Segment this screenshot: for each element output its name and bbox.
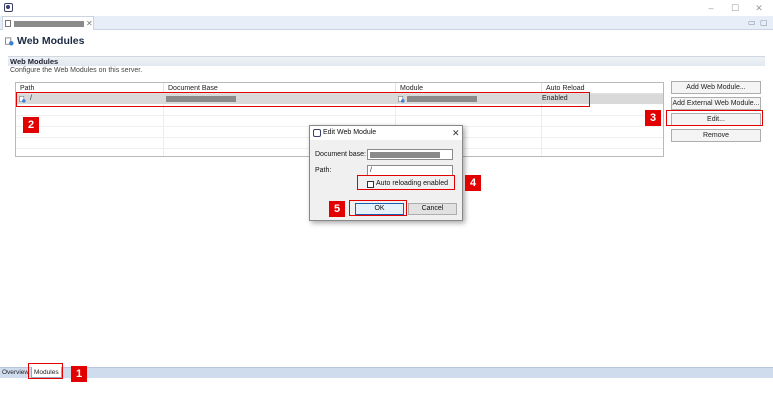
- document-base-value-redacted: [370, 152, 440, 158]
- dialog-titlebar: Edit Web Module ✕: [310, 126, 462, 140]
- annotation-badge: 2: [23, 117, 39, 133]
- row-auto-reload: Enabled: [542, 95, 568, 102]
- minimize-editor-icon[interactable]: ▭: [748, 17, 756, 29]
- maximize-button[interactable]: ☐: [728, 2, 742, 14]
- path-field[interactable]: /: [367, 165, 453, 176]
- annotation-badge: 4: [465, 175, 481, 191]
- annotation-badge: 1: [71, 366, 87, 382]
- column-header-document-base[interactable]: Document Base: [164, 83, 396, 94]
- page-title: Web Modules: [17, 35, 85, 47]
- annotation-badge: 5: [329, 201, 345, 217]
- cancel-button[interactable]: Cancel: [408, 203, 457, 215]
- tab-overview[interactable]: Overview: [0, 367, 31, 378]
- row-path: /: [30, 95, 32, 102]
- editor-page-tabs: [0, 367, 773, 378]
- column-header-module[interactable]: Module: [396, 83, 542, 94]
- dialog-title: Edit Web Module: [323, 129, 377, 136]
- document-base-field[interactable]: [367, 149, 453, 160]
- editor-tab[interactable]: ✕: [2, 16, 94, 30]
- server-file-icon: [5, 20, 11, 27]
- grid-line: [16, 115, 663, 116]
- annotation-badge: 3: [645, 110, 661, 126]
- web-modules-icon: [5, 37, 14, 46]
- section-description: Configure the Web Modules on this server…: [10, 67, 143, 74]
- window-titlebar: [0, 0, 773, 16]
- auto-reload-checkbox[interactable]: [367, 181, 374, 188]
- column-header-auto-reload[interactable]: Auto Reload: [542, 83, 663, 94]
- auto-reload-label[interactable]: Auto reloading enabled: [376, 180, 448, 187]
- path-label: Path:: [315, 167, 332, 174]
- row-document-base-redacted: [166, 96, 236, 102]
- app-icon: [4, 3, 13, 12]
- editor-tab-bar: [0, 16, 773, 30]
- add-web-module-button[interactable]: Add Web Module...: [671, 81, 761, 94]
- document-base-label: Document base:: [315, 151, 366, 158]
- web-module-icon: [398, 95, 405, 103]
- section-header: [8, 56, 765, 66]
- close-window-button[interactable]: ✕: [752, 2, 766, 14]
- tab-modules[interactable]: Modules: [31, 367, 62, 378]
- maximize-editor-icon[interactable]: ▢: [760, 17, 768, 29]
- edit-button[interactable]: Edit...: [671, 113, 761, 126]
- table-row[interactable]: / Enabled: [16, 94, 663, 104]
- column-header-path[interactable]: Path: [16, 83, 164, 94]
- web-module-icon: [19, 95, 26, 103]
- dialog-app-icon: [313, 129, 321, 137]
- row-module-redacted: [407, 96, 477, 102]
- ok-button[interactable]: OK: [355, 203, 404, 215]
- dialog-close-icon[interactable]: ✕: [452, 127, 460, 139]
- close-tab-icon[interactable]: ✕: [86, 18, 93, 30]
- remove-button[interactable]: Remove: [671, 129, 761, 142]
- editor-tab-title-redacted: [14, 21, 84, 27]
- minimize-button[interactable]: –: [704, 2, 718, 14]
- add-external-web-module-button[interactable]: Add External Web Module...: [671, 97, 761, 110]
- section-title: Web Modules: [10, 57, 59, 66]
